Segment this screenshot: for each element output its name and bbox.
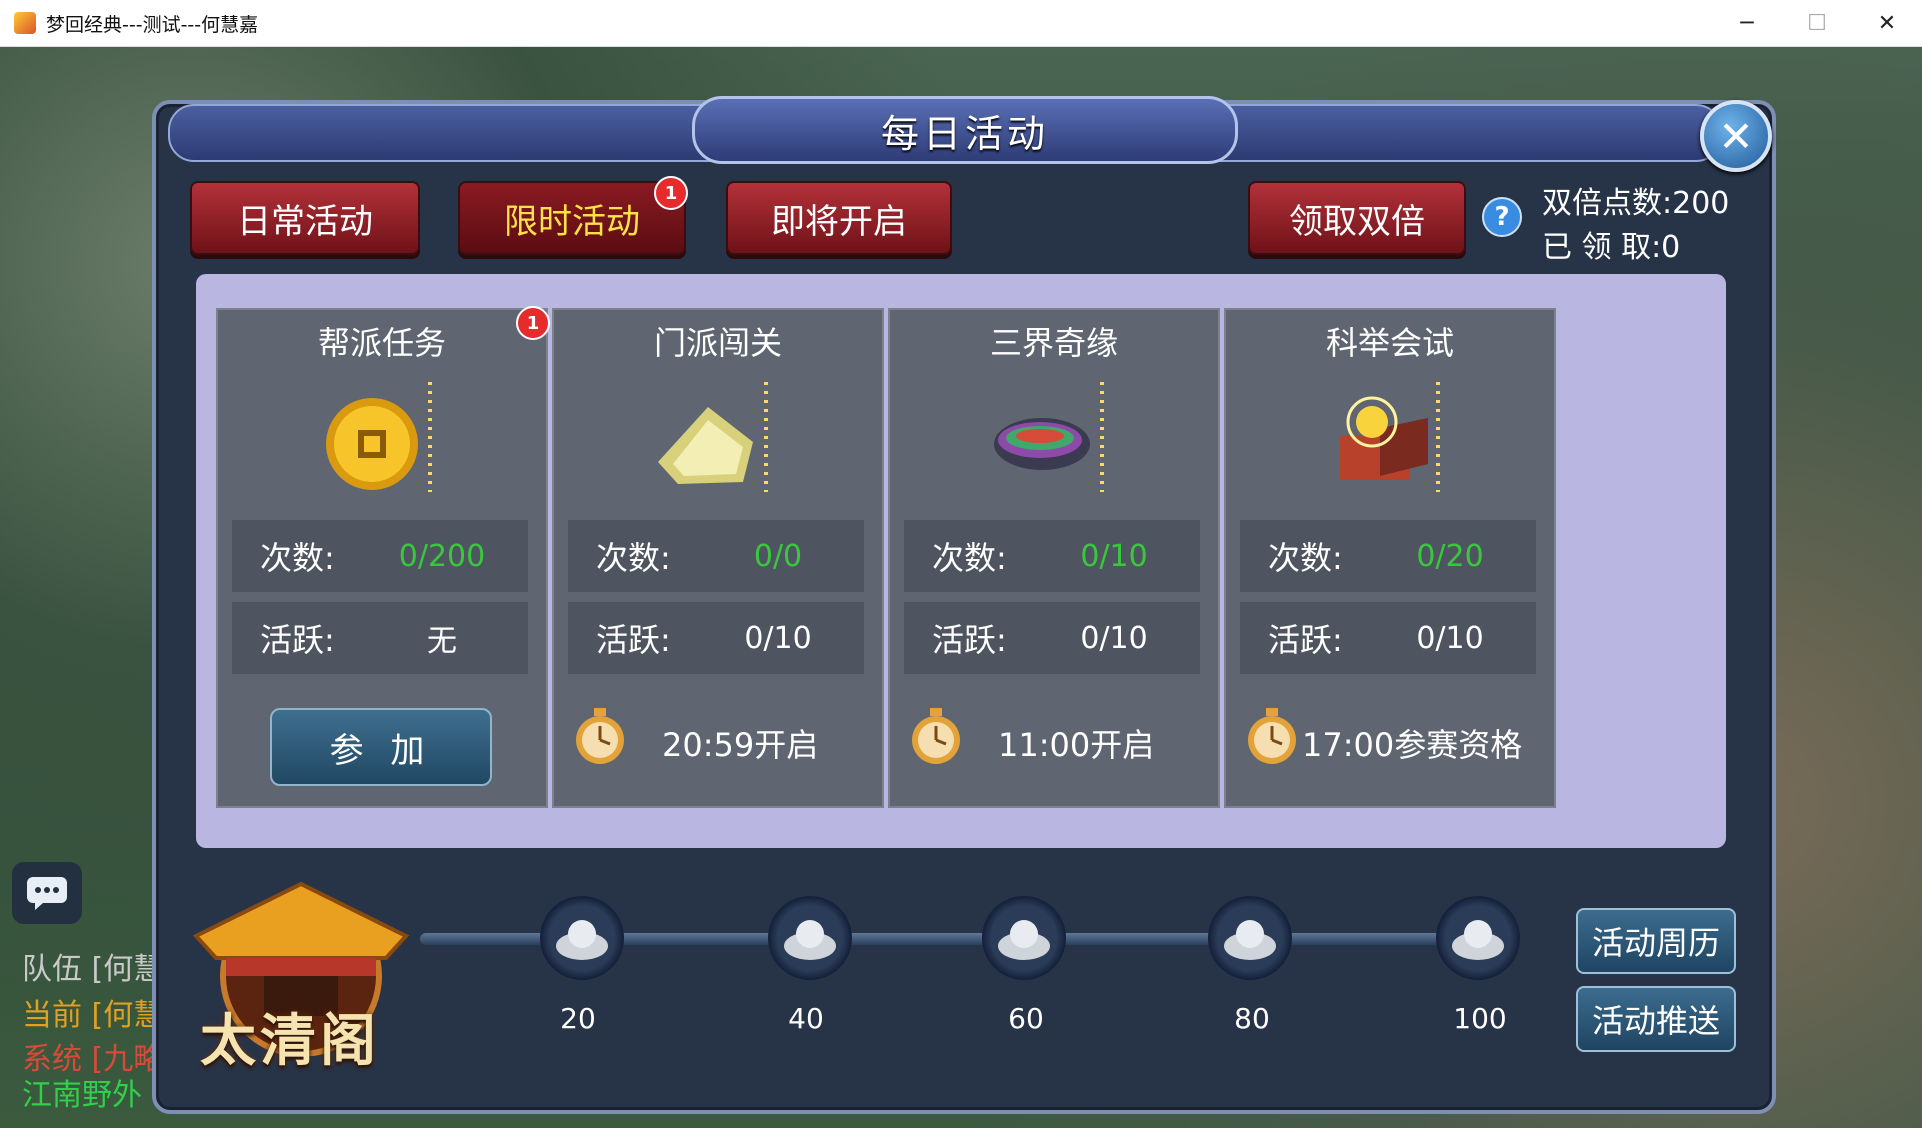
card-title: 科举会试 [1325, 324, 1454, 362]
help-icon[interactable]: ? [1482, 197, 1522, 237]
clock-icon [576, 708, 624, 764]
open-time-text: 20:59开启 [662, 726, 819, 764]
count-value: 0/20 [1416, 538, 1484, 574]
activity-row: 活跃: 0/10 [1240, 602, 1536, 674]
window-controls: ─ ☐ ✕ [1712, 0, 1922, 46]
activity-card-guild-task[interactable]: 帮派任务 次数: 0/200 活跃: 无 参 加 [216, 308, 548, 808]
silver-ingot-icon [556, 920, 608, 960]
chat-line-current: 当前 [何慧 [22, 998, 164, 1033]
activity-value: 0/10 [744, 620, 812, 656]
count-label: 次数: [932, 539, 1007, 577]
double-points-text: 双倍点数:200 [1542, 186, 1730, 221]
activity-push-button[interactable]: 活动推送 [1576, 986, 1736, 1052]
chat-bubble-icon[interactable] [12, 862, 82, 924]
count-label: 次数: [1268, 539, 1343, 577]
card-guild-badge: 1 [516, 306, 550, 340]
milestone-reward-60[interactable] [982, 896, 1066, 980]
activity-label: 活跃: [596, 621, 671, 659]
join-button[interactable]: 参 加 [270, 708, 492, 786]
activity-value: 0/10 [1416, 620, 1484, 656]
milestone-reward-80[interactable] [1208, 896, 1292, 980]
count-label: 次数: [596, 539, 671, 577]
tab-limited-label: 限时活动 [504, 201, 640, 242]
activity-row: 活跃: 0/10 [568, 602, 864, 674]
milestone-label: 100 [1453, 1002, 1507, 1035]
milestone-label: 80 [1234, 1002, 1270, 1035]
count-label: 次数: [260, 539, 335, 577]
activity-card-imperial-exam[interactable]: 科举会试 次数: 0/20 活跃: 0/10 17:00参赛资格 [1224, 308, 1556, 808]
tab-limited[interactable]: 限时活动 [458, 181, 686, 255]
activity-row: 活跃: 无 [232, 602, 528, 674]
activity-label: 活跃: [260, 621, 335, 659]
card-title: 三界奇缘 [989, 324, 1118, 362]
panel-title-plate: 每日活动 [692, 96, 1238, 164]
gold-coin-icon [326, 382, 432, 492]
rainbow-shoe-icon [994, 382, 1104, 492]
chat-line-location: 江南野外 [22, 1078, 142, 1113]
activity-label: 活跃: [1268, 621, 1343, 659]
activity-value: 0/10 [1080, 620, 1148, 656]
milestone-label: 40 [788, 1002, 824, 1035]
silver-ingot-icon [784, 920, 836, 960]
count-row: 次数: 0/200 [232, 520, 528, 592]
milestone-reward-20[interactable] [540, 896, 624, 980]
jade-stone-icon [658, 382, 768, 492]
panel-close-button[interactable]: ✕ [1700, 100, 1772, 172]
activity-card-sect-challenge[interactable]: 门派闯关 次数: 0/0 活跃: 0/10 20:59开启 [552, 308, 884, 808]
silver-ingot-icon [998, 920, 1050, 960]
activity-calendar-button[interactable]: 活动周历 [1576, 908, 1736, 974]
silver-ingot-icon [1224, 920, 1276, 960]
card-title: 门派闯关 [653, 324, 782, 362]
count-value: 0/0 [753, 538, 803, 574]
count-row: 次数: 0/10 [904, 520, 1200, 592]
activity-value: 无 [427, 624, 457, 659]
treasure-box-icon [1340, 382, 1440, 492]
silver-ingot-icon [1452, 920, 1504, 960]
clock-icon [912, 708, 960, 764]
activity-row: 活跃: 0/10 [904, 602, 1200, 674]
claim-double-button[interactable]: 领取双倍 [1248, 181, 1466, 255]
tab-daily[interactable]: 日常活动 [190, 181, 420, 255]
double-claimed-text: 已 领 取:0 [1542, 230, 1681, 265]
chat-line-team: 队伍 [何慧 [22, 952, 164, 987]
activity-label: 活跃: [932, 621, 1007, 659]
window-title: 梦回经典---测试---何慧嘉 [46, 13, 259, 36]
open-time-text: 17:00参赛资格 [1302, 726, 1523, 764]
count-value: 0/10 [1080, 538, 1148, 574]
tab-upcoming[interactable]: 即将开启 [726, 181, 952, 255]
milestone-reward-100[interactable] [1436, 896, 1520, 980]
count-row: 次数: 0/0 [568, 520, 864, 592]
milestone-reward-40[interactable] [768, 896, 852, 980]
minimize-button[interactable]: ─ [1712, 0, 1782, 46]
clock-icon [1248, 708, 1296, 764]
card-title: 帮派任务 [317, 324, 446, 362]
maximize-button[interactable]: ☐ [1782, 0, 1852, 46]
shop-title: 太清阁 [200, 1009, 380, 1074]
window-titlebar: 梦回经典---测试---何慧嘉 ─ ☐ ✕ [0, 0, 1922, 47]
window-close-button[interactable]: ✕ [1852, 0, 1922, 46]
count-value: 0/200 [398, 538, 486, 574]
panel-title: 每日活动 [880, 111, 1049, 156]
app-icon [14, 12, 36, 34]
tab-limited-badge: 1 [654, 176, 688, 210]
milestone-label: 60 [1008, 1002, 1044, 1035]
milestone-label: 20 [560, 1002, 596, 1035]
activity-card-three-realms[interactable]: 三界奇缘 次数: 0/10 活跃: 0/10 11:00开启 [888, 308, 1220, 808]
count-row: 次数: 0/20 [1240, 520, 1536, 592]
open-time-text: 11:00开启 [998, 726, 1155, 764]
